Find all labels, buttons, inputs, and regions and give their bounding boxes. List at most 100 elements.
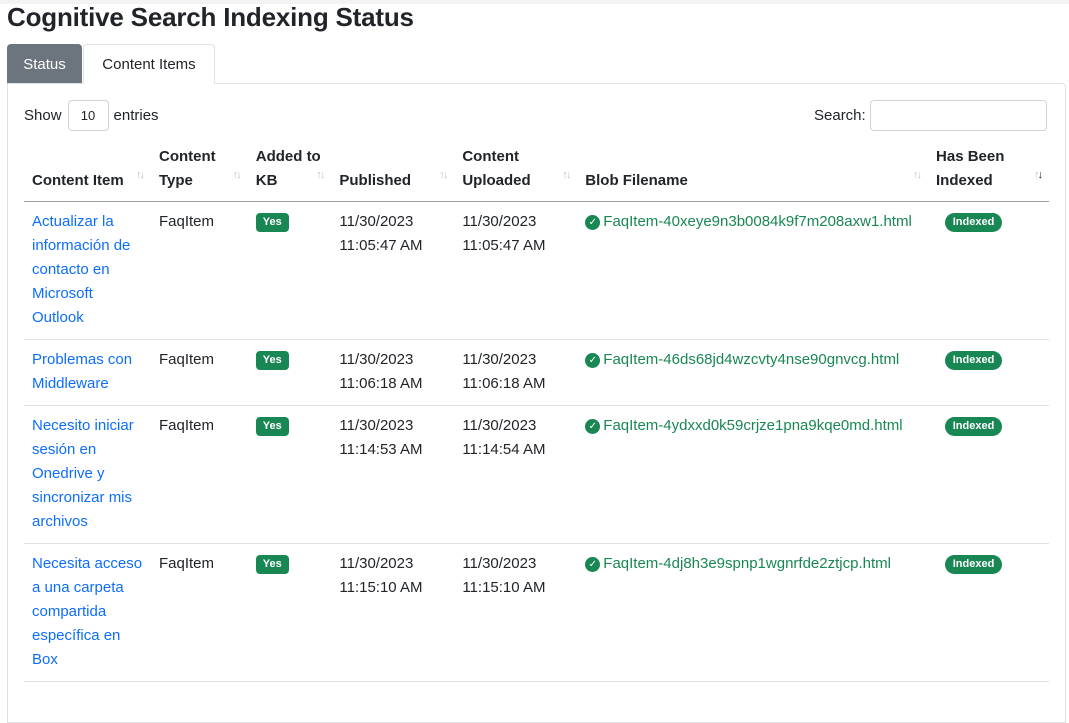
cell-has-been-indexed: Indexed [928,405,1049,544]
table-row: Problemas con Middleware FaqItem Yes 11/… [24,339,1049,406]
cell-content-item: Problemas con Middleware [24,339,151,406]
cell-published: 11/30/2023 11:15:10 AM [331,543,455,682]
published-date: 11/30/2023 [339,213,414,230]
blob-filename: FaqItem-46ds68jd4wzcvty4nse90gnvcg.html [603,351,900,368]
table-row: Necesito iniciar sesión en Onedrive y si… [24,405,1049,544]
column-header-content-item[interactable]: Content Item ↑↓ [24,141,151,202]
cell-published: 11/30/2023 11:06:18 AM [331,339,455,406]
cell-content-type: FaqItem [150,339,248,406]
table-row: Actualizar la información de contacto en… [24,201,1049,340]
content-item-link[interactable]: Necesito iniciar sesión en Onedrive y si… [32,417,134,530]
uploaded-time: 11:05:47 AM [462,237,546,254]
cell-published: 11/30/2023 11:14:53 AM [331,405,455,544]
yes-badge: Yes [255,417,289,436]
cell-blob-filename: ✓ FaqItem-4dj8h3e9spnp1wgnrfde2ztjcp.html [577,543,929,682]
uploaded-date: 11/30/2023 [462,555,537,572]
column-header-content-type[interactable]: Content Type ↑↓ [150,141,248,202]
tab-bar: Status Content Items [7,44,215,84]
indexed-badge: Indexed [944,555,1003,574]
sort-icon: ↑↓ [316,169,325,181]
sort-icon: ↑↓ [913,169,922,181]
cell-added-to-kb: Yes [247,543,332,682]
published-date: 11/30/2023 [339,351,414,368]
content-items-table: Content Item ↑↓ Content Type ↑↓ Added to… [24,141,1049,682]
cell-content-type: FaqItem [150,405,248,544]
published-time: 11:06:18 AM [339,375,423,392]
cell-added-to-kb: Yes [247,339,332,406]
cell-has-been-indexed: Indexed [928,543,1049,682]
content-item-link[interactable]: Problemas con Middleware [32,351,132,392]
yes-badge: Yes [255,351,289,370]
column-header-published[interactable]: Published ↑↓ [331,141,455,202]
cell-content-item: Necesita acceso a una carpeta compartida… [24,543,151,682]
check-circle-icon: ✓ [585,557,601,572]
cell-has-been-indexed: Indexed [928,339,1049,406]
cell-content-uploaded: 11/30/2023 11:15:10 AM [454,543,578,682]
indexed-badge: Indexed [944,417,1003,436]
content-item-link[interactable]: Actualizar la información de contacto en… [32,213,130,326]
search-label: Search: [814,107,866,124]
tab-content-items[interactable]: Content Items [83,44,215,84]
cell-content-item: Actualizar la información de contacto en… [24,201,151,340]
table-row: Necesita acceso a una carpeta compartida… [24,543,1049,682]
column-label: Content Type [158,148,216,189]
cell-blob-filename: ✓ FaqItem-4ydxxd0k59crjze1pna9kqe0md.html [577,405,929,544]
check-circle-icon: ✓ [585,353,601,368]
uploaded-time: 11:06:18 AM [462,375,546,392]
cell-added-to-kb: Yes [247,405,332,544]
cell-published: 11/30/2023 11:05:47 AM [331,201,455,340]
uploaded-time: 11:15:10 AM [462,579,546,596]
uploaded-time: 11:14:54 AM [462,441,546,458]
length-menu-suffix: entries [113,107,159,124]
tab-status[interactable]: Status [7,44,82,84]
column-header-has-been-indexed[interactable]: Has Been Indexed ↑↓ [928,141,1049,202]
column-label: Has Been Indexed [936,148,1005,189]
page-title: Cognitive Search Indexing Status [7,2,414,32]
yes-badge: Yes [255,555,289,574]
sort-icon: ↑↓ [135,169,145,181]
cell-blob-filename: ✓ FaqItem-46ds68jd4wzcvty4nse90gnvcg.html [577,339,929,406]
cell-content-uploaded: 11/30/2023 11:14:54 AM [454,405,578,544]
length-menu-prefix: Show [24,107,62,124]
content-item-link[interactable]: Necesita acceso a una carpeta compartida… [32,555,142,668]
length-menu: Show 10 entries [24,100,159,131]
cell-content-uploaded: 11/30/2023 11:05:47 AM [454,201,578,340]
column-header-content-uploaded[interactable]: Content Uploaded ↑↓ [454,141,578,202]
uploaded-date: 11/30/2023 [462,417,537,434]
column-label: Added to KB [255,148,321,189]
sort-icon: ↑↓ [232,169,242,181]
search-input[interactable] [869,100,1047,131]
sort-icon: ↑↓ [562,169,571,181]
blob-filename: FaqItem-4ydxxd0k59crjze1pna9kqe0md.html [603,417,903,434]
published-time: 11:15:10 AM [339,579,423,596]
cell-has-been-indexed: Indexed [928,201,1049,340]
blob-filename: FaqItem-4dj8h3e9spnp1wgnrfde2ztjcp.html [603,555,891,572]
cell-content-type: FaqItem [150,543,248,682]
indexed-badge: Indexed [944,351,1003,370]
cell-blob-filename: ✓ FaqItem-40xeye9n3b0084k9f7m208axw1.html [577,201,929,340]
cell-content-type: FaqItem [150,201,248,340]
published-date: 11/30/2023 [339,555,414,572]
column-label: Published [339,172,412,189]
sort-desc-icon: ↑↓ [1034,169,1043,181]
cell-added-to-kb: Yes [247,201,332,340]
check-circle-icon: ✓ [585,419,601,434]
cell-content-uploaded: 11/30/2023 11:06:18 AM [454,339,578,406]
published-time: 11:05:47 AM [339,237,423,254]
column-label: Blob Filename [585,172,688,189]
column-label: Content Uploaded [462,148,531,189]
column-header-added-to-kb[interactable]: Added to KB ↑↓ [247,141,332,202]
search-box: Search: [814,100,1047,131]
check-circle-icon: ✓ [585,215,601,230]
blob-filename: FaqItem-40xeye9n3b0084k9f7m208axw1.html [603,213,912,230]
column-header-blob-filename[interactable]: Blob Filename ↑↓ [577,141,929,202]
indexed-badge: Indexed [944,213,1003,232]
published-time: 11:14:53 AM [339,441,423,458]
uploaded-date: 11/30/2023 [462,213,537,230]
sort-icon: ↑↓ [439,169,448,181]
entries-select[interactable]: 10 [67,100,109,131]
table-header-row: Content Item ↑↓ Content Type ↑↓ Added to… [24,141,1049,202]
cell-content-item: Necesito iniciar sesión en Onedrive y si… [24,405,151,544]
uploaded-date: 11/30/2023 [462,351,537,368]
column-label: Content Item [32,172,124,189]
